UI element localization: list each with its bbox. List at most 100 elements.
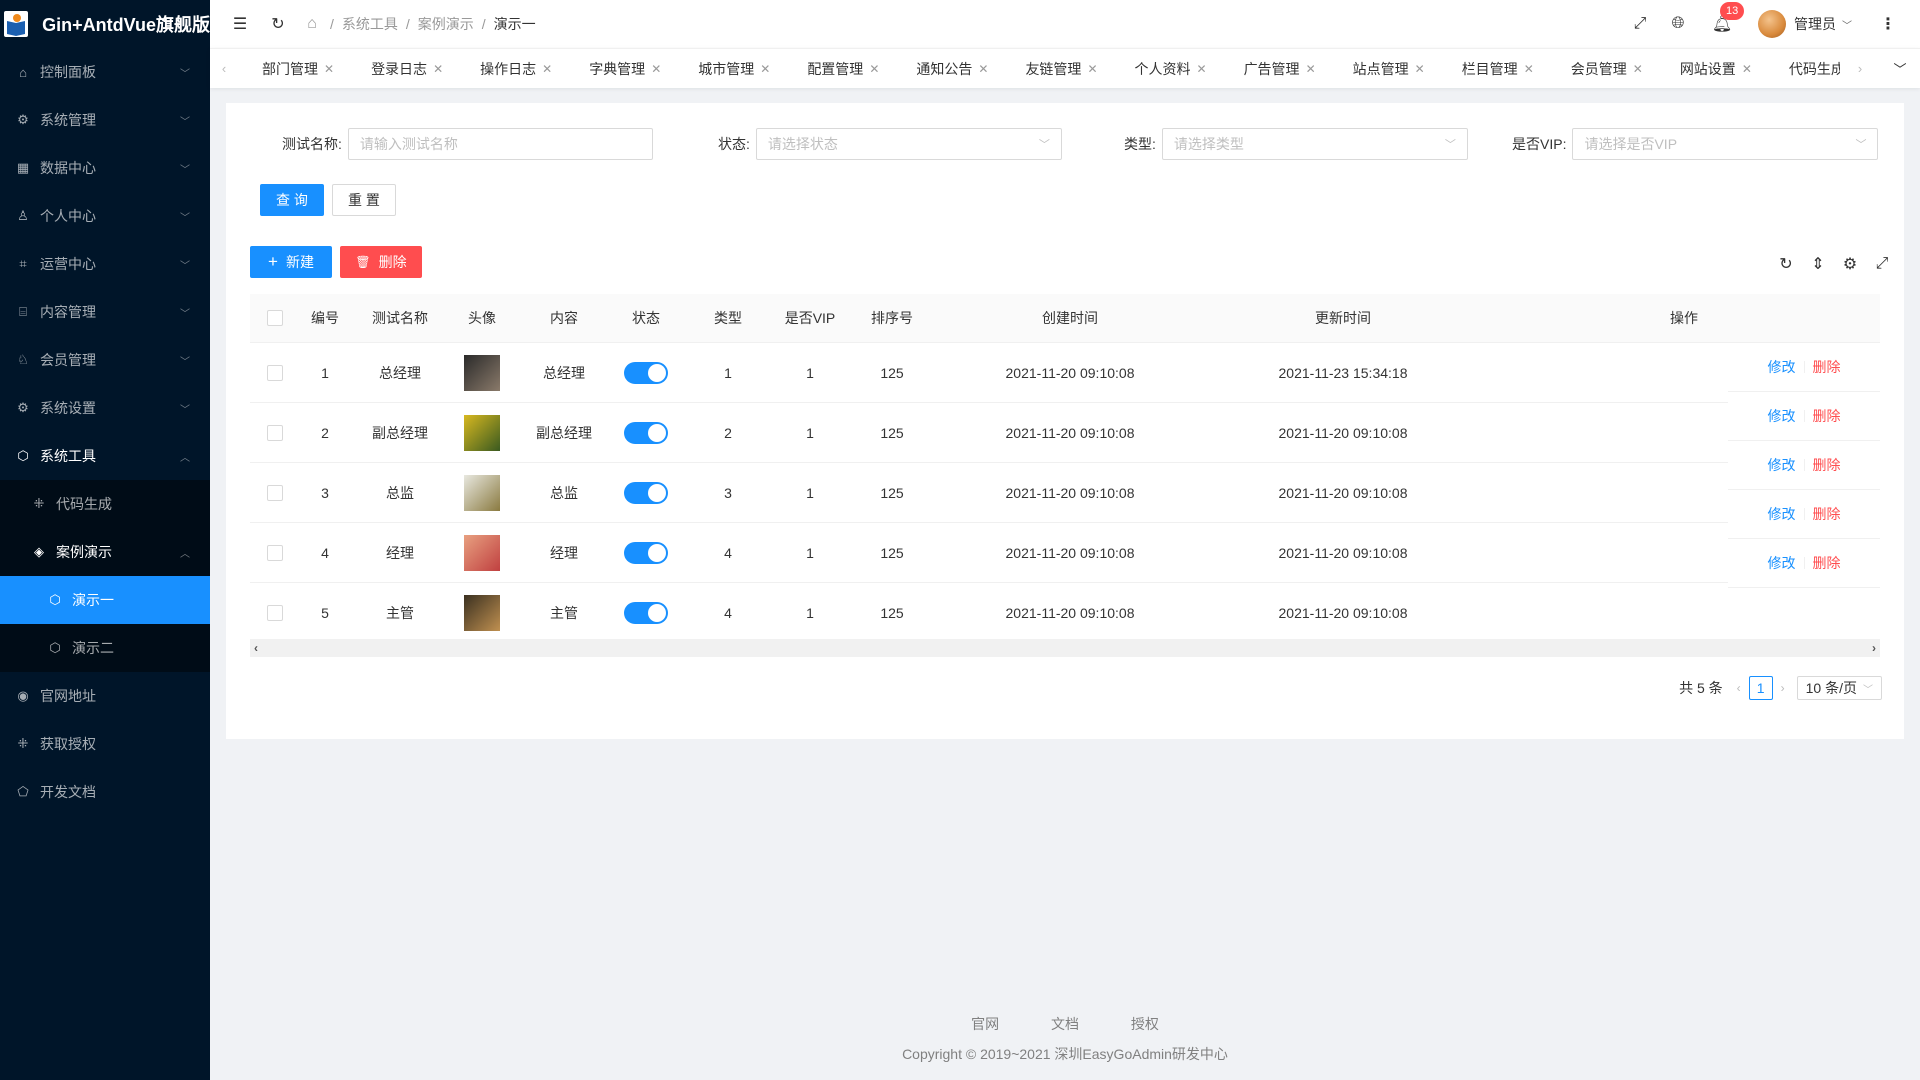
sidebar-item[interactable]: ⌂ 控制面板 ﹀ [0, 48, 210, 96]
next-page-icon[interactable]: › [1781, 681, 1785, 695]
close-icon[interactable]: ✕ [869, 62, 879, 76]
sidebar-item[interactable]: ⬡ 系统工具 ︿ [0, 432, 210, 480]
avatar-thumbnail[interactable] [464, 474, 500, 511]
edit-link[interactable]: 修改 [1768, 455, 1796, 475]
refresh-icon[interactable]: ↻ [268, 14, 288, 34]
edit-link[interactable]: 修改 [1768, 553, 1796, 573]
row-checkbox[interactable] [267, 544, 283, 561]
edit-link[interactable]: 修改 [1768, 357, 1796, 377]
tab-dropdown[interactable]: ﹀ [1880, 49, 1920, 89]
bell-icon[interactable]: 🔔︎ 13 [1712, 2, 1745, 34]
sidebar-item-code-gen[interactable]: ⁜ 代码生成 [0, 480, 210, 528]
sidebar-item-website[interactable]: ◉ 官网地址 [0, 672, 210, 720]
status-toggle[interactable] [624, 541, 668, 564]
tab[interactable]: 会员管理 ✕ [1547, 49, 1656, 89]
type-select[interactable]: 请选择类型 ﹀ [1161, 128, 1468, 160]
status-toggle[interactable] [624, 481, 668, 504]
density-icon[interactable]: ⇕ [1802, 253, 1834, 275]
close-icon[interactable]: ✕ [760, 62, 770, 76]
tab[interactable]: 操作日志 ✕ [456, 49, 565, 89]
setting-icon[interactable]: ⚙ [1834, 253, 1866, 275]
tab-scroll-right[interactable]: › [1840, 49, 1880, 89]
sidebar-item[interactable]: ♙ 个人中心 ﹀ [0, 192, 210, 240]
status-select[interactable]: 请选择状态 ﹀ [755, 128, 1062, 160]
sidebar-item-demos[interactable]: ◈ 案例演示 ︿ [0, 528, 210, 576]
status-toggle[interactable] [624, 601, 668, 624]
tab[interactable]: 通知公告 ✕ [892, 49, 1001, 89]
globe-icon[interactable]: 🌐︎ [1668, 14, 1688, 34]
status-toggle[interactable] [624, 361, 668, 384]
reload-icon[interactable]: ↻ [1770, 253, 1802, 275]
fullscreen-icon[interactable]: ⤢ [1630, 14, 1650, 34]
sidebar-item-license[interactable]: ⁜ 获取授权 [0, 720, 210, 768]
delete-link[interactable]: 删除 [1813, 455, 1841, 475]
row-checkbox[interactable] [267, 364, 283, 381]
page-size-select[interactable]: 10 条/页 ﹀ [1796, 676, 1882, 700]
query-button[interactable]: 查 询 [260, 184, 324, 216]
breadcrumb-item[interactable]: 案例演示 [418, 14, 474, 34]
menu-fold-icon[interactable]: ☰ [230, 14, 250, 34]
delete-link[interactable]: 删除 [1813, 504, 1841, 524]
tab[interactable]: 广告管理 ✕ [1220, 49, 1329, 89]
logo[interactable]: Gin+AntdVue旗舰版 [0, 0, 210, 48]
row-checkbox[interactable] [267, 604, 283, 621]
prev-page-icon[interactable]: ‹ [1737, 681, 1741, 695]
user-name[interactable]: 管理员 [1794, 14, 1836, 34]
footer-link[interactable]: 授权 [1131, 1016, 1159, 1032]
close-icon[interactable]: ✕ [978, 62, 988, 76]
close-icon[interactable]: ✕ [1306, 62, 1316, 76]
edit-link[interactable]: 修改 [1768, 406, 1796, 426]
add-button[interactable]: + 新建 [250, 246, 332, 278]
tab[interactable]: 配置管理 ✕ [783, 49, 892, 89]
horizontal-scrollbar[interactable]: ‹ › [250, 639, 1880, 657]
tab[interactable]: 城市管理 ✕ [674, 49, 783, 89]
close-icon[interactable]: ✕ [651, 62, 661, 76]
close-icon[interactable]: ✕ [1633, 62, 1643, 76]
close-icon[interactable]: ✕ [1742, 62, 1752, 76]
sidebar-item-demo-1[interactable]: ⬡ 演示一 [0, 576, 210, 624]
tab[interactable]: 友链管理 ✕ [1001, 49, 1110, 89]
delete-link[interactable]: 删除 [1813, 357, 1841, 377]
scroll-left-icon[interactable]: ‹ [254, 641, 258, 655]
sidebar-item-docs[interactable]: ⬠ 开发文档 [0, 768, 210, 816]
select-all-checkbox[interactable] [267, 310, 283, 326]
avatar[interactable] [1758, 10, 1786, 38]
avatar-thumbnail[interactable] [464, 414, 500, 451]
row-checkbox[interactable] [267, 484, 283, 501]
row-checkbox[interactable] [267, 424, 283, 441]
sidebar-item[interactable]: ⌗ 运营中心 ﹀ [0, 240, 210, 288]
close-icon[interactable]: ✕ [1197, 62, 1207, 76]
status-toggle[interactable] [624, 421, 668, 444]
tab[interactable]: 个人资料 ✕ [1111, 49, 1220, 89]
close-icon[interactable]: ✕ [433, 62, 443, 76]
batch-delete-button[interactable]: 🗑︎ 删除 [340, 246, 422, 278]
home-icon[interactable]: ⌂ [302, 14, 322, 34]
scroll-right-icon[interactable]: › [1872, 641, 1876, 655]
name-input[interactable]: 请输入测试名称 [347, 128, 653, 160]
tab[interactable]: 登录日志 ✕ [347, 49, 456, 89]
more-icon[interactable]: ⋮ [1878, 14, 1898, 34]
vip-select[interactable]: 请选择是否VIP ﹀ [1572, 128, 1879, 160]
close-icon[interactable]: ✕ [542, 62, 552, 76]
tab[interactable]: 字典管理 ✕ [565, 49, 674, 89]
footer-link[interactable]: 文档 [1051, 1016, 1079, 1032]
fullscreen-icon[interactable]: ⤢ [1866, 253, 1898, 275]
sidebar-item[interactable]: ⌸ 内容管理 ﹀ [0, 288, 210, 336]
sidebar-item[interactable]: ♘ 会员管理 ﹀ [0, 336, 210, 384]
edit-link[interactable]: 修改 [1768, 504, 1796, 524]
sidebar-item[interactable]: ▦ 数据中心 ﹀ [0, 144, 210, 192]
close-icon[interactable]: ✕ [1087, 62, 1097, 76]
tab[interactable]: 代码生成✕ [1765, 49, 1840, 89]
footer-link[interactable]: 官网 [971, 1016, 999, 1032]
delete-link[interactable]: 删除 [1813, 406, 1841, 426]
close-icon[interactable]: ✕ [1524, 62, 1534, 76]
reset-button[interactable]: 重 置 [332, 184, 396, 216]
breadcrumb-item[interactable]: 系统工具 [342, 14, 398, 34]
tab-scroll-left[interactable]: ‹ [210, 49, 238, 89]
close-icon[interactable]: ✕ [1415, 62, 1425, 76]
avatar-thumbnail[interactable] [464, 534, 500, 571]
tab[interactable]: 部门管理 ✕ [238, 49, 347, 89]
avatar-thumbnail[interactable] [464, 594, 500, 631]
close-icon[interactable]: ✕ [324, 62, 334, 76]
avatar-thumbnail[interactable] [464, 354, 500, 391]
